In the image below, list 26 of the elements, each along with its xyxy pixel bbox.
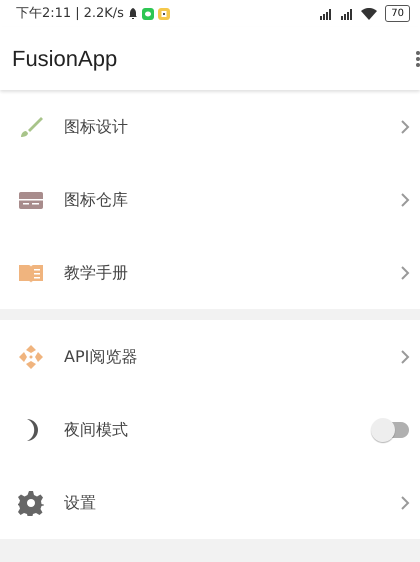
signal-icon [340,7,354,20]
battery-indicator: 70 [385,5,410,22]
menu-item[interactable]: 夜间模式 [0,393,420,466]
toggle-switch[interactable] [370,416,410,442]
menu-item[interactable]: 设置 [0,466,420,539]
menu-item[interactable]: 教学手册 [0,236,420,309]
network-speed: 2.2K/s [84,4,124,23]
chevron-right-icon [400,496,410,510]
chat-app-icon [142,8,154,20]
chevron-right-icon [400,350,410,364]
diamond-icon [18,344,44,370]
separator-text: | [75,4,80,23]
app-title: FusionApp [12,45,118,73]
bell-icon [128,8,138,19]
gear-icon [18,490,44,516]
wifi-icon [361,8,378,20]
menu-item[interactable]: 图标设计 [0,90,420,163]
chevron-right-icon [400,120,410,134]
status-time: 下午2:11 [16,4,72,23]
signal-icon [319,7,332,20]
notes-app-icon [158,8,170,20]
more-menu-icon[interactable] [416,50,420,68]
chevron-right-icon [400,192,410,206]
menu-item[interactable]: 图标仓库 [0,163,420,236]
menu-item[interactable]: API阅览器 [0,320,420,393]
chevron-right-icon [400,266,410,280]
